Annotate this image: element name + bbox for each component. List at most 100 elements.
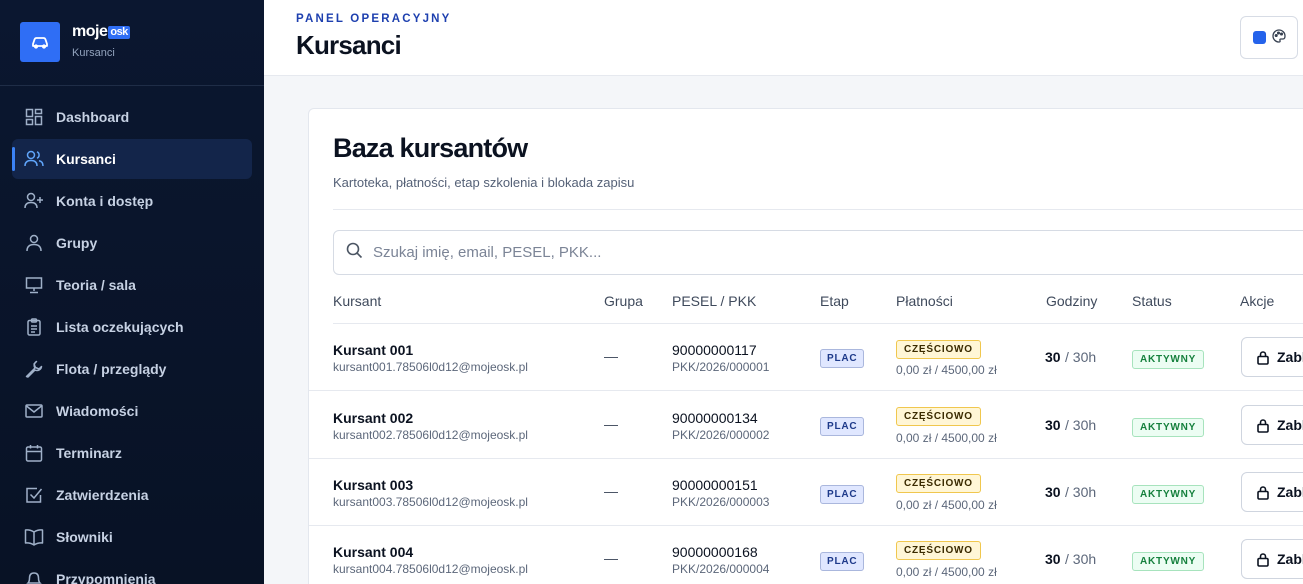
sidebar-divider [0, 85, 264, 86]
wrench-icon [24, 359, 44, 379]
stage-badge: PLAC [820, 348, 865, 368]
student-name: Kursant 003 [333, 477, 414, 493]
bell-icon [24, 569, 44, 584]
sidebar-item-lista[interactable]: Lista oczekujących [12, 307, 252, 347]
sidebar-item-kursanci[interactable]: Kursanci [12, 139, 252, 179]
sidebar-item-grupy[interactable]: Grupy [12, 223, 252, 263]
sidebar-item-label: Teoria / sala [56, 277, 136, 293]
student-pkk: PKK/2026/000002 [672, 428, 770, 442]
payment-amount: 0,00 zł / 4500,00 zł [896, 363, 997, 377]
search-input[interactable] [373, 244, 973, 261]
column-header-godziny[interactable]: Godziny [1046, 293, 1097, 309]
payment-amount: 0,00 zł / 4500,00 zł [896, 565, 997, 579]
lock-button-label: Zablokuj [1277, 417, 1303, 433]
column-header-grupa[interactable]: Grupa [604, 293, 643, 309]
status-badge: AKTYWNY [1132, 349, 1205, 369]
lock-button[interactable]: Zablokuj [1241, 539, 1303, 579]
grid-icon [24, 107, 44, 127]
brand-subtitle: Kursanci [72, 47, 115, 59]
stage-badge: PLAC [820, 484, 865, 504]
search-icon [346, 242, 363, 263]
sidebar-nav: Dashboard Kursanci Konta i dostęp Grupy … [12, 97, 252, 584]
sidebar-item-konta[interactable]: Konta i dostęp [12, 181, 252, 221]
sidebar-item-teoria[interactable]: Teoria / sala [12, 265, 252, 305]
palette-icon [1271, 28, 1286, 47]
student-pesel: 90000000168 [672, 544, 758, 560]
lock-icon [1257, 350, 1269, 365]
users-icon [24, 149, 44, 169]
student-pkk: PKK/2026/000001 [672, 360, 770, 374]
sidebar-item-terminarz[interactable]: Terminarz [12, 433, 252, 473]
student-pesel: 90000000151 [672, 477, 758, 493]
payment-status-badge: CZĘŚCIOWO [896, 473, 981, 493]
column-header-platnosci[interactable]: Płatności [896, 293, 953, 309]
student-name: Kursant 004 [333, 544, 414, 560]
student-group: — [604, 416, 618, 432]
lock-button-label: Zablokuj [1277, 551, 1303, 567]
brand-pill: osk [108, 25, 130, 39]
sidebar-item-label: Lista oczekujących [56, 319, 184, 335]
hours-value: 30 / 30h [1045, 484, 1097, 500]
sidebar: moje osk Kursanci Dashboard Kursanci Kont… [0, 0, 264, 584]
column-header-kursant[interactable]: Kursant [333, 293, 381, 309]
status-badge: AKTYWNY [1132, 551, 1205, 571]
payment-amount: 0,00 zł / 4500,00 zł [896, 498, 997, 512]
column-header-etap[interactable]: Etap [820, 293, 849, 309]
stage-badge: PLAC [820, 416, 865, 436]
top-header: PANEL OPERACYJNY Kursanci [264, 0, 1303, 76]
student-email: kursant001.78506l0d12@mojeosk.pl [333, 360, 528, 374]
student-email: kursant003.78506l0d12@mojeosk.pl [333, 495, 528, 509]
calendar-icon [24, 443, 44, 463]
student-name: Kursant 002 [333, 410, 414, 426]
sidebar-item-label: Grupy [56, 235, 98, 251]
column-header-akcje: Akcje [1240, 293, 1275, 309]
sidebar-item-label: Przypomnienia [56, 571, 156, 584]
table-row[interactable]: Kursant 004 kursant004.78506l0d12@mojeos… [309, 526, 1303, 584]
sidebar-item-slowniki[interactable]: Słowniki [12, 517, 252, 557]
theme-button[interactable] [1240, 16, 1298, 59]
student-group: — [604, 483, 618, 499]
payment-status-badge: CZĘŚCIOWO [896, 540, 981, 560]
hours-value: 30 / 30h [1045, 551, 1097, 567]
lock-icon [1257, 418, 1269, 433]
user-plus-icon [24, 191, 44, 211]
sidebar-item-dashboard[interactable]: Dashboard [12, 97, 252, 137]
lock-button[interactable]: Zablokuj [1241, 337, 1303, 377]
lock-icon [1257, 485, 1269, 500]
sidebar-item-przypomnienia[interactable]: Przypomnienia [12, 559, 252, 584]
sidebar-item-label: Kursanci [56, 151, 116, 167]
clipboard-icon [24, 317, 44, 337]
card-title: Baza kursantów [333, 133, 528, 163]
table-row[interactable]: Kursant 003 kursant003.78506l0d12@mojeos… [309, 459, 1303, 526]
book-icon [24, 527, 44, 547]
brand[interactable]: moje osk Kursanci [20, 22, 130, 62]
sidebar-item-label: Konta i dostęp [56, 193, 154, 209]
student-pkk: PKK/2026/000003 [672, 495, 770, 509]
table-row[interactable]: Kursant 001 kursant001.78506l0d12@mojeos… [309, 324, 1303, 391]
header-eyebrow: PANEL OPERACYJNY [296, 13, 452, 25]
lock-button-label: Zablokuj [1277, 349, 1303, 365]
sidebar-item-wiadomosci[interactable]: Wiadomości [12, 391, 252, 431]
hours-value: 30 / 30h [1045, 417, 1097, 433]
sidebar-item-label: Zatwierdzenia [56, 487, 149, 503]
sidebar-item-flota[interactable]: Flota / przeglądy [12, 349, 252, 389]
table-row[interactable]: Kursant 002 kursant002.78506l0d12@mojeos… [309, 392, 1303, 459]
user-icon [24, 233, 44, 253]
presentation-icon [24, 275, 44, 295]
column-header-status[interactable]: Status [1132, 293, 1172, 309]
student-pkk: PKK/2026/000004 [672, 562, 770, 576]
sidebar-item-zatwierdzenia[interactable]: Zatwierdzenia [12, 475, 252, 515]
lock-button[interactable]: Zablokuj [1241, 472, 1303, 512]
lock-icon [1257, 552, 1269, 567]
stage-badge: PLAC [820, 551, 865, 571]
sidebar-item-label: Dashboard [56, 109, 130, 125]
page-title: Kursanci [296, 30, 402, 60]
color-swatch [1252, 31, 1266, 44]
car-icon [20, 22, 60, 62]
sidebar-item-label: Terminarz [56, 445, 122, 461]
payment-status-badge: CZĘŚCIOWO [896, 406, 981, 426]
column-header-pesel[interactable]: PESEL / PKK [672, 293, 756, 309]
brand-name: moje osk [72, 23, 130, 40]
student-pesel: 90000000134 [672, 410, 758, 426]
lock-button[interactable]: Zablokuj [1241, 405, 1303, 445]
